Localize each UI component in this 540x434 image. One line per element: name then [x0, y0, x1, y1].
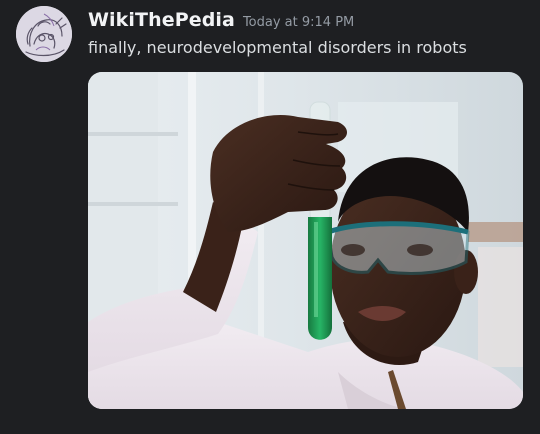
author-name[interactable]: WikiThePedia: [88, 9, 235, 31]
message-header: WikiThePedia Today at 9:14 PM: [88, 9, 354, 31]
scientist-test-tube-photo: [88, 72, 523, 409]
image-attachment[interactable]: [88, 72, 523, 409]
avatar-sketch-image: [16, 6, 72, 62]
chat-message: WikiThePedia Today at 9:14 PM finally, ne…: [0, 0, 540, 434]
message-text: finally, neurodevelopmental disorders in…: [88, 38, 467, 57]
message-timestamp[interactable]: Today at 9:14 PM: [243, 15, 354, 30]
avatar[interactable]: [16, 6, 72, 62]
